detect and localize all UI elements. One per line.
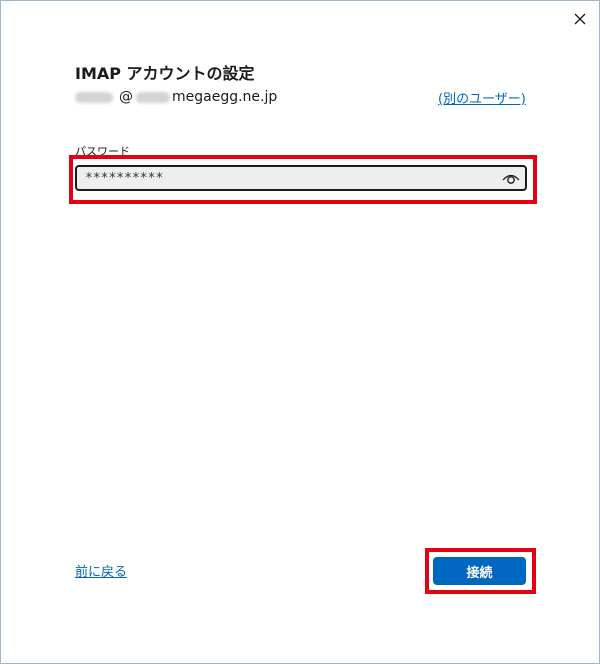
back-link[interactable]: 前に戻る xyxy=(75,561,127,580)
redacted-subdomain xyxy=(136,91,170,103)
at-sign: @ xyxy=(119,89,133,105)
password-field[interactable] xyxy=(75,165,527,191)
eye-icon xyxy=(502,174,520,184)
connect-button[interactable]: 接続 xyxy=(433,557,526,585)
account-domain: megaegg.ne.jp xyxy=(172,89,278,105)
other-user-link[interactable]: (別のユーザー) xyxy=(438,88,526,107)
reveal-password-button[interactable] xyxy=(497,167,525,189)
password-input[interactable] xyxy=(77,167,497,189)
close-icon xyxy=(574,13,586,25)
redacted-username xyxy=(75,91,113,103)
imap-settings-dialog: IMAP アカウントの設定 @ megaegg.ne.jp (別のユーザー) パ… xyxy=(0,0,600,664)
dialog-title: IMAP アカウントの設定 xyxy=(75,64,255,83)
close-button[interactable] xyxy=(567,6,593,32)
account-address: @ megaegg.ne.jp xyxy=(75,87,277,107)
